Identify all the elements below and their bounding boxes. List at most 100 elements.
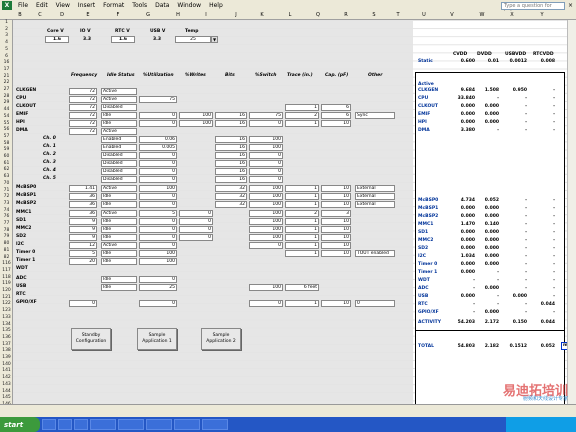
frequency-field[interactable]: 36 (69, 210, 97, 217)
row-header[interactable]: 28 (0, 94, 13, 99)
row-header[interactable]: 138 (0, 348, 13, 353)
column-header-x[interactable]: X (506, 12, 518, 18)
row-header[interactable]: 139 (0, 355, 13, 360)
column-header-q[interactable]: Q (312, 12, 324, 18)
idle-status-field[interactable]: Idle (101, 120, 137, 127)
row-header[interactable]: 136 (0, 335, 13, 340)
column-header-k[interactable]: K (256, 12, 268, 18)
column-header-e[interactable]: E (82, 12, 94, 18)
bits-field[interactable]: 32 (215, 201, 247, 208)
bits-field[interactable]: 32 (215, 185, 247, 192)
utilization-field[interactable]: 0 (139, 168, 177, 175)
cap-field[interactable]: 10 (321, 120, 351, 127)
trace-field[interactable]: 1 (285, 300, 319, 307)
switch-field[interactable]: 100 (249, 201, 283, 208)
switch-field[interactable]: 0 (249, 152, 283, 159)
worksheet[interactable]: Core V 1.6 IO V 3.3 RTC V 1.6 USB V 3.3 … (13, 20, 576, 416)
switch-field[interactable]: 100 (249, 218, 283, 225)
switch-field[interactable]: 75 (249, 112, 283, 119)
taskbar-app-icon[interactable] (42, 419, 56, 430)
sheet-tabs[interactable] (0, 404, 576, 411)
trace-field[interactable]: 1 (285, 226, 319, 233)
taskbar-window-button[interactable] (174, 419, 200, 430)
idle-status-field[interactable]: Active (101, 88, 137, 95)
idle-status-field[interactable]: Idle (101, 226, 137, 233)
menu-tools[interactable]: Tools (128, 2, 151, 9)
row-header[interactable]: 82 (0, 255, 13, 260)
trace-field[interactable]: 1 (285, 218, 319, 225)
other-field[interactable]: External (355, 185, 395, 192)
row-header[interactable]: 73 (0, 201, 13, 206)
row-header[interactable]: 72 (0, 194, 13, 199)
trace-field[interactable]: 1 (285, 120, 319, 127)
trace-field[interactable]: 1 (285, 234, 319, 241)
column-header-i[interactable]: I (200, 12, 212, 18)
menu-window[interactable]: Window (173, 2, 205, 9)
switch-field[interactable]: 0 (249, 176, 283, 183)
taskbar-window-button[interactable] (90, 419, 116, 430)
cap-field[interactable]: 10 (321, 193, 351, 200)
other-field[interactable]: Sync (355, 112, 395, 119)
switch-field[interactable]: 0 (249, 160, 283, 167)
taskbar-app-icon[interactable] (74, 419, 88, 430)
switch-field[interactable]: 100 (249, 144, 283, 151)
cap-field[interactable]: 10 (321, 226, 351, 233)
row-header[interactable]: 21 (0, 74, 13, 79)
utilization-field[interactable]: 0.06 (139, 136, 177, 143)
trace-field[interactable]: 2 (285, 112, 319, 119)
utilization-field[interactable]: 0 (139, 242, 177, 249)
utilization-field[interactable]: 5 (139, 210, 177, 217)
column-header-v[interactable]: V (446, 12, 458, 18)
row-header[interactable]: 22 (0, 80, 13, 85)
cap-field[interactable]: 6 (321, 112, 351, 119)
idle-status-field[interactable]: Disabled (101, 168, 137, 175)
writes-field[interactable]: 0 (179, 218, 213, 225)
row-header[interactable]: 117 (0, 268, 13, 273)
switch-field[interactable]: 0 (249, 300, 283, 307)
utilization-field[interactable]: 0 (139, 226, 177, 233)
row-header[interactable]: 44 (0, 107, 13, 112)
other-field[interactable]: External (355, 193, 395, 200)
frequency-field[interactable]: 36 (69, 201, 97, 208)
row-header[interactable]: 6 (0, 54, 13, 59)
utilization-field[interactable]: 25 (139, 284, 177, 291)
idle-status-field[interactable]: Active (101, 242, 137, 249)
chevron-down-icon[interactable]: ▼ (211, 36, 218, 43)
utilization-field[interactable]: 0 (139, 193, 177, 200)
cap-field[interactable]: 10 (321, 300, 351, 307)
idle-status-field[interactable]: Active (101, 185, 137, 192)
utilization-field[interactable]: 0 (139, 152, 177, 159)
row-header[interactable]: 27 (0, 87, 13, 92)
idle-status-field[interactable]: Active (101, 128, 137, 135)
trace-field[interactable]: 1 (285, 250, 319, 257)
column-header-l[interactable]: L (284, 12, 296, 18)
row-header[interactable]: 5 (0, 47, 13, 52)
utilization-field[interactable]: 0 (139, 234, 177, 241)
row-header[interactable]: 134 (0, 322, 13, 327)
row-header[interactable]: 17 (0, 67, 13, 72)
frequency-field[interactable]: 9 (69, 226, 97, 233)
row-header[interactable]: 56 (0, 127, 13, 132)
taskbar-window-button[interactable] (118, 419, 144, 430)
frequency-field[interactable]: 20 (69, 258, 97, 265)
column-header-s[interactable]: S (368, 12, 380, 18)
utilization-field[interactable]: 0 (139, 120, 177, 127)
cap-field[interactable]: 3 (321, 210, 351, 217)
taskbar-app-icon[interactable] (58, 419, 72, 430)
idle-status-field[interactable]: Idle (101, 193, 137, 200)
row-header[interactable]: 142 (0, 375, 13, 380)
idle-status-field[interactable]: Idle (101, 112, 137, 119)
utilization-field[interactable]: 100 (139, 258, 177, 265)
column-header-t[interactable]: T (392, 12, 404, 18)
row-header[interactable]: 144 (0, 389, 13, 394)
row-header[interactable]: 71 (0, 188, 13, 193)
vertical-scrollbar[interactable] (567, 20, 576, 410)
frequency-field[interactable]: 0 (69, 300, 97, 307)
row-header[interactable]: 122 (0, 301, 13, 306)
row-header[interactable]: 145 (0, 395, 13, 400)
trace-field[interactable]: 1 (285, 201, 319, 208)
idle-status-field[interactable]: Idle (101, 234, 137, 241)
other-field[interactable]: TOUT enabled (355, 250, 395, 257)
bits-field[interactable]: 16 (215, 112, 247, 119)
cap-field[interactable]: 10 (321, 250, 351, 257)
